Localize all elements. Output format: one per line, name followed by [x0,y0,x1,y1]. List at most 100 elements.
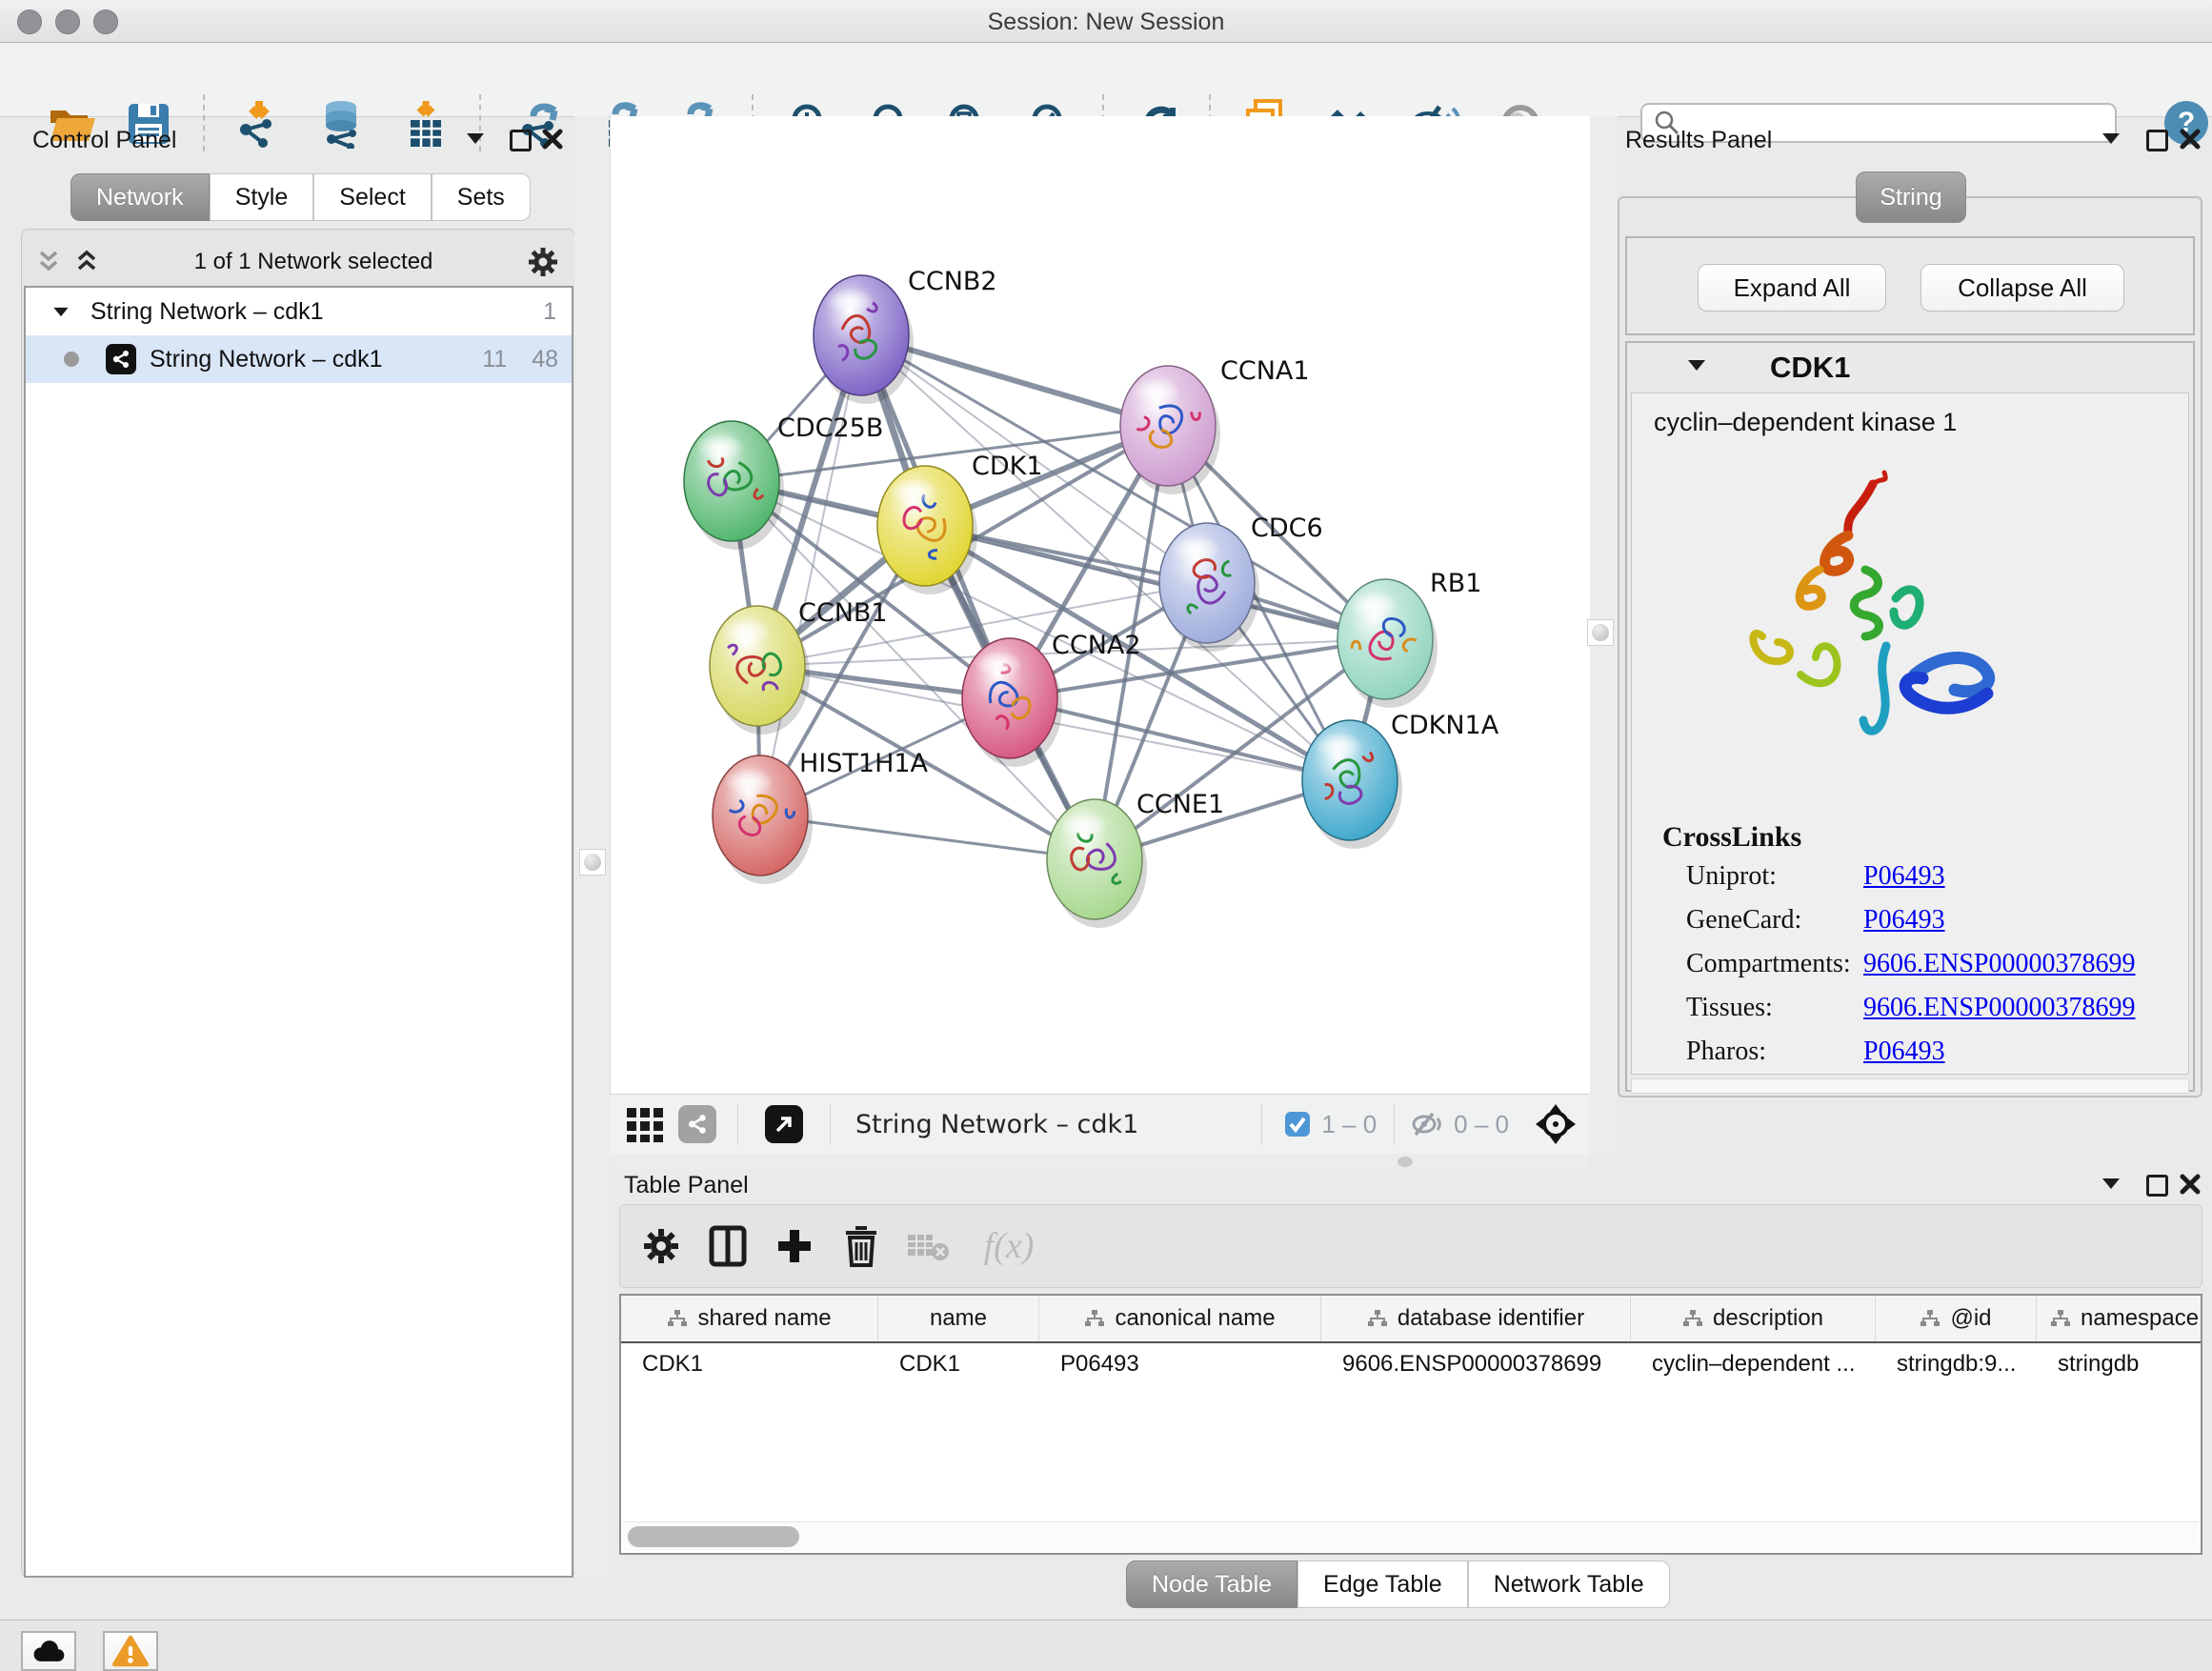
control-panel-tabs: Network Style Select Sets [70,173,531,221]
open-in-browser-button[interactable] [765,1105,803,1143]
gear-icon [640,1225,682,1267]
hierarchy-icon [1682,1310,1703,1327]
graph-node-label: CCNA2 [1052,631,1141,660]
table-horizontal-scrollbar[interactable] [623,1521,2199,1551]
graph-node-CCNE1[interactable] [1047,799,1147,928]
collapse-all-chevron-icon[interactable] [34,248,63,276]
toolbar-separator [203,94,205,151]
tab-edge-table[interactable]: Edge Table [1297,1560,1468,1608]
table-settings-button[interactable] [628,1213,694,1279]
column-header-id[interactable]: @id [1876,1296,2037,1341]
network-options-gear-icon[interactable] [526,245,560,279]
network-collection-label: String Network – cdk1 [90,298,324,326]
graph-node-RB1[interactable] [1337,579,1438,708]
trash-icon [844,1225,878,1267]
tab-string[interactable]: String [1856,171,1966,223]
column-header-shared-name[interactable]: shared name [621,1296,878,1341]
control-panel-float-icon[interactable] [510,130,532,151]
cell-database-identifier: 9606.ENSP00000378699 [1321,1351,1631,1378]
left-splitter-handle[interactable] [579,849,606,876]
cell-shared-name: CDK1 [621,1351,878,1378]
tab-style[interactable]: Style [210,173,314,221]
table-row[interactable]: CDK1 CDK1 P06493 9606.ENSP00000378699 cy… [621,1343,2201,1385]
selected-count-badge: 1 – 0 [1321,1110,1377,1139]
tab-network-table[interactable]: Network Table [1468,1560,1670,1608]
graph-node-CDKN1A[interactable] [1302,720,1402,849]
crosslink-pharos-link[interactable]: P06493 [1863,1037,1945,1067]
crosslink-uniprot-link[interactable]: P06493 [1863,861,1945,892]
table-splitter-handle[interactable] [1398,1157,1413,1167]
cloud-icon [30,1638,68,1664]
import-network-from-database-button[interactable] [316,97,370,151]
collection-expand-icon[interactable] [53,307,68,315]
string-network-graph[interactable]: CCNB2CCNA1CDC25BCDK1CDC6RB1CCNB1CCNA2CDK… [611,116,1590,1094]
control-panel-menu-icon[interactable] [467,133,484,144]
fit-content-crosshair-icon[interactable] [1534,1102,1578,1146]
crosslink-label: Pharos: [1686,1037,1766,1067]
table-panel-float-icon[interactable] [2146,1175,2168,1197]
column-header-description[interactable]: description [1631,1296,1876,1341]
results-panel-menu-icon[interactable] [2102,133,2120,144]
import-table-button[interactable] [399,97,452,151]
title-bar: Session: New Session [0,0,2212,43]
graph-node-HIST1H1A[interactable] [713,755,813,884]
cell-namespace: stringdb [2037,1351,2201,1378]
tab-network[interactable]: Network [70,173,210,221]
tab-node-table[interactable]: Node Table [1126,1560,1297,1608]
add-column-button[interactable] [761,1213,828,1279]
cell-canonical-name: P06493 [1039,1351,1321,1378]
results-scrollbar[interactable] [1631,1078,2189,1094]
network-collection-row[interactable]: String Network – cdk1 1 [26,288,572,335]
column-header-canonical-name[interactable]: canonical name [1039,1296,1321,1341]
network-list-item[interactable]: String Network – cdk1 11 48 [26,335,572,383]
crosslink-compartments-link[interactable]: 9606.ENSP00000378699 [1863,949,2135,979]
network-selection-row: 1 of 1 Network selected [34,243,560,281]
graph-node-label: CCNE1 [1136,790,1224,819]
network-share-button[interactable] [678,1105,716,1143]
scrollbar-thumb[interactable] [628,1526,799,1547]
graph-node-label: CDKN1A [1391,711,1499,740]
table-panel-menu-icon[interactable] [2102,1178,2120,1189]
table-tabs: Node Table Edge Table Network Table [1126,1560,1670,1608]
graph-node-CDC6[interactable] [1159,523,1259,652]
show-columns-button[interactable] [694,1213,761,1279]
column-header-name[interactable]: name [878,1296,1039,1341]
graph-node-CCNA1[interactable] [1120,366,1220,494]
column-header-namespace[interactable]: namespace [2037,1296,2201,1341]
control-panel-close-icon[interactable] [541,128,564,151]
warnings-button[interactable] [103,1631,158,1671]
table-splitter[interactable] [610,1154,1589,1170]
hierarchy-icon [1367,1310,1388,1327]
crosslink-tissues-link[interactable]: 9606.ENSP00000378699 [1863,993,2135,1023]
expand-all-button[interactable]: Expand All [1698,264,1886,312]
delete-table-button[interactable] [895,1213,961,1279]
left-splitter[interactable] [574,116,609,1576]
delete-column-button[interactable] [828,1213,895,1279]
collapse-all-button[interactable]: Collapse All [1920,264,2124,312]
import-network-file-button[interactable] [232,97,286,151]
results-panel-close-icon[interactable] [2179,128,2202,151]
right-splitter-handle[interactable] [1587,619,1614,646]
function-builder-button[interactable]: f(x) [961,1213,1056,1279]
share-icon [686,1113,709,1136]
graph-node-CCNB2[interactable] [814,275,914,404]
grid-view-icon[interactable] [625,1104,665,1144]
selected-checkbox-icon[interactable] [1283,1110,1312,1138]
tab-sets[interactable]: Sets [432,173,531,221]
fx-icon: f(x) [984,1225,1035,1267]
tab-select[interactable]: Select [313,173,431,221]
table-panel-close-icon[interactable] [2179,1173,2202,1196]
graph-node-CCNB1[interactable] [710,606,810,735]
table-toolbar: f(x) [619,1204,2202,1288]
network-canvas[interactable]: CCNB2CCNA1CDC25BCDK1CDC6RB1CCNB1CCNA2CDK… [610,116,1591,1094]
expand-all-chevron-icon[interactable] [72,248,101,276]
cloud-status-button[interactable] [21,1631,76,1671]
delete-table-icon [906,1229,950,1263]
gene-section-collapse-icon[interactable] [1688,360,1705,371]
graph-node-CDK1[interactable] [877,466,977,594]
results-panel-float-icon[interactable] [2146,130,2168,151]
column-header-database-identifier[interactable]: database identifier [1321,1296,1631,1341]
graph-node-CCNA2[interactable] [962,638,1062,767]
window-title: Session: New Session [0,9,2212,36]
crosslink-genecard-link[interactable]: P06493 [1863,905,1945,936]
